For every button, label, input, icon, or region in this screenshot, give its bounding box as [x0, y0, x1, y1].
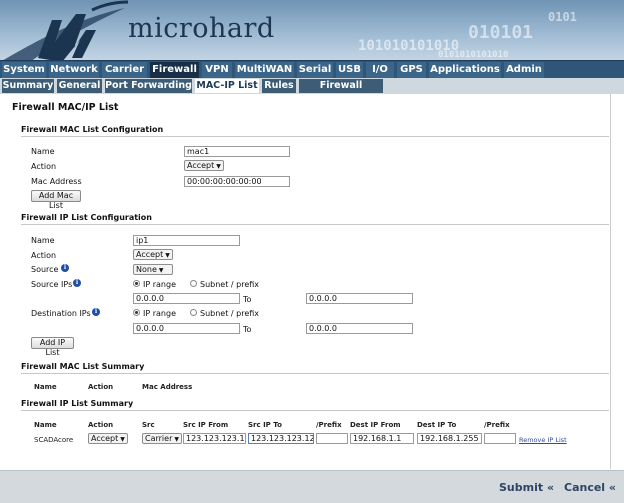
mac-col-action: Action	[88, 383, 114, 391]
chevron-down-icon: ▼	[120, 436, 125, 443]
tab-usb[interactable]: USB	[336, 62, 363, 78]
brand-name: microhard	[128, 13, 275, 44]
cancel-button[interactable]: Cancel «	[564, 481, 616, 494]
tab-gps[interactable]: GPS	[397, 62, 426, 78]
to-label: To	[243, 325, 252, 334]
add-mac-list-button[interactable]: Add Mac List	[31, 190, 81, 210]
subtab-port-forwarding[interactable]: Port Forwarding	[105, 79, 192, 93]
row-src-from-input[interactable]: 123.123.123.123	[183, 433, 246, 444]
content-panel: Firewall MAC/IP List Firewall MAC List C…	[3, 94, 611, 469]
mac-config-title: Firewall MAC List Configuration	[21, 125, 164, 134]
source-subnet-radio[interactable]	[190, 280, 197, 287]
ip-col-dst-from: Dest IP From	[350, 421, 401, 429]
dest-ip-from-input[interactable]: 0.0.0.0	[133, 323, 240, 334]
divider	[21, 410, 609, 411]
mac-summary-title: Firewall MAC List Summary	[21, 362, 145, 371]
subtab-firewall-default[interactable]: Firewall Default	[299, 79, 383, 105]
row-src-prefix-input[interactable]	[316, 433, 348, 444]
ip-summary-title: Firewall IP List Summary	[21, 399, 134, 408]
ip-col-src: Src	[142, 421, 155, 429]
chevron-down-icon: ▼	[158, 267, 164, 274]
ip-action-label: Action	[31, 251, 57, 260]
ip-col-src-prefix: /Prefix	[316, 421, 342, 429]
tab-applications[interactable]: Applications	[429, 62, 501, 78]
source-select[interactable]: None ▼	[133, 264, 173, 275]
divider	[21, 373, 609, 374]
tab-admin[interactable]: Admin	[504, 62, 544, 78]
source-ip-range-radio[interactable]	[133, 280, 140, 287]
add-ip-list-button[interactable]: Add IP List	[31, 337, 74, 357]
chevron-down-icon: ▼	[165, 252, 170, 259]
dest-ip-range-label: IP range	[143, 309, 176, 318]
ip-col-src-to: Src IP To	[248, 421, 282, 429]
binary-decoration: 0101 010101 101010101010 0101010101010	[358, 10, 577, 60]
subtab-rules[interactable]: Rules	[262, 79, 296, 93]
divider	[21, 136, 609, 137]
subtab-general[interactable]: General	[57, 79, 102, 93]
header-banner: microhard 0101 010101 101010101010 01010…	[0, 0, 624, 62]
row-name: SCADAcore	[34, 436, 74, 444]
to-label: To	[243, 295, 252, 304]
row-dst-from-input[interactable]: 192.168.1.1	[350, 433, 414, 444]
ip-action-select[interactable]: Accept ▼	[133, 249, 173, 260]
remove-ip-list-link[interactable]: Remove IP List	[519, 436, 567, 444]
info-icon[interactable]: i	[61, 264, 69, 272]
dest-subnet-label: Subnet / prefix	[200, 309, 260, 318]
subtab-mac-ip-list[interactable]: MAC-IP List	[195, 79, 259, 93]
row-dst-to-input[interactable]: 192.168.1.255	[417, 433, 482, 444]
row-src-to-input[interactable]: 123.123.123.123	[248, 433, 314, 444]
ip-col-src-from: Src IP From	[183, 421, 229, 429]
ip-name-label: Name	[31, 236, 55, 245]
mac-address-label: Mac Address	[31, 177, 82, 186]
info-icon[interactable]: i	[92, 308, 100, 316]
source-ip-range-label: IP range	[143, 280, 176, 289]
dest-subnet-radio[interactable]	[190, 309, 197, 316]
row-src-select[interactable]: Carrier ▼	[142, 433, 182, 444]
row-dst-prefix-input[interactable]	[484, 433, 516, 444]
divider	[21, 224, 609, 225]
tab-system[interactable]: System	[2, 62, 46, 78]
source-ip-from-input[interactable]: 0.0.0.0	[133, 293, 240, 304]
ip-col-dst-to: Dest IP To	[417, 421, 457, 429]
ip-name-input[interactable]: ip1	[133, 235, 240, 246]
dest-ip-to-input[interactable]: 0.0.0.0	[306, 323, 413, 334]
mac-col-name: Name	[34, 383, 57, 391]
tab-serial[interactable]: Serial	[297, 62, 333, 78]
ip-col-dst-prefix: /Prefix	[484, 421, 510, 429]
source-ip-to-input[interactable]: 0.0.0.0	[306, 293, 413, 304]
main-nav: System Network Carrier Firewall VPN Mult…	[0, 60, 624, 78]
source-label: Source	[31, 265, 59, 274]
chevron-down-icon: ▼	[216, 163, 221, 170]
mac-action-label: Action	[31, 162, 57, 171]
footer-bar: Submit « Cancel «	[0, 470, 624, 503]
destination-ips-label: Destination IPs	[31, 309, 91, 318]
page-title: Firewall MAC/IP List	[12, 102, 119, 113]
tab-network[interactable]: Network	[49, 62, 99, 78]
ip-col-name: Name	[34, 421, 57, 429]
mac-col-address: Mac Address	[142, 383, 193, 391]
ip-config-title: Firewall IP List Configuration	[21, 213, 152, 222]
info-icon[interactable]: i	[73, 279, 81, 287]
source-subnet-label: Subnet / prefix	[200, 280, 260, 289]
submit-button[interactable]: Submit «	[499, 481, 554, 494]
dest-ip-range-radio[interactable]	[133, 309, 140, 316]
mac-name-label: Name	[31, 147, 55, 156]
sub-nav: Summary General Port Forwarding MAC-IP L…	[0, 78, 624, 105]
tab-vpn[interactable]: VPN	[202, 62, 232, 78]
tab-carrier[interactable]: Carrier	[102, 62, 147, 78]
mac-action-select[interactable]: Accept ▼	[184, 160, 224, 171]
tab-firewall[interactable]: Firewall	[150, 62, 199, 78]
tab-multiwan[interactable]: MultiWAN	[235, 62, 294, 78]
row-action-select[interactable]: Accept ▼	[88, 433, 128, 444]
mac-address-input[interactable]: 00:00:00:00:00:00	[184, 176, 290, 187]
mac-name-input[interactable]: mac1	[184, 146, 290, 157]
chevron-down-icon: ▼	[174, 436, 179, 443]
subtab-summary[interactable]: Summary	[2, 79, 54, 93]
ip-col-action: Action	[88, 421, 114, 429]
tab-io[interactable]: I/O	[366, 62, 394, 78]
source-ips-label: Source IPs	[31, 280, 73, 289]
